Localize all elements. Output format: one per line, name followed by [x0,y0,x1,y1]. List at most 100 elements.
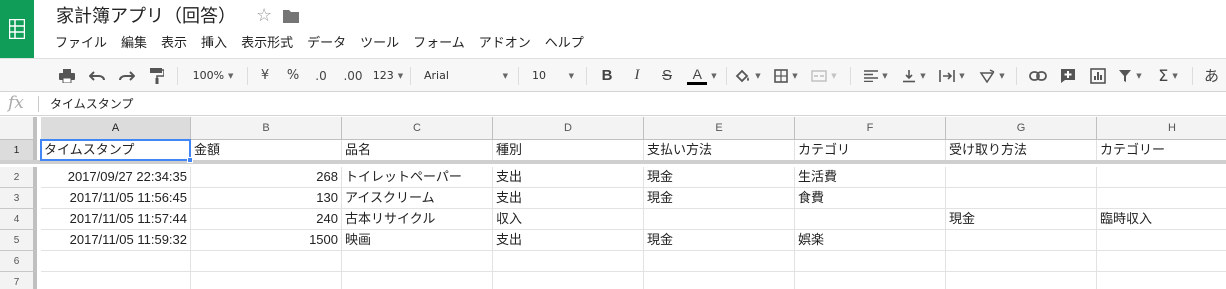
input-tools-button[interactable]: あ [1204,59,1226,92]
cell-c5[interactable]: 映画 [342,230,493,251]
percent-format-button[interactable]: % [282,59,304,92]
menu-format[interactable]: 表示形式 [234,34,300,54]
cell-e4[interactable] [644,209,795,230]
cell-d3[interactable]: 支出 [493,188,644,209]
cell-e2[interactable]: 現金 [644,167,795,188]
align-vertical-icon[interactable]: ▼ [898,59,930,92]
row-header-4[interactable]: 4 [0,209,37,230]
menu-insert[interactable]: 挿入 [194,34,234,54]
cell-h5[interactable] [1097,230,1226,251]
paint-format-icon[interactable] [146,59,168,92]
menu-view[interactable]: 表示 [154,34,194,54]
zoom-select[interactable]: 100% ▼ [186,59,240,92]
menu-help[interactable]: ヘルプ [538,34,591,54]
cell-f2[interactable]: 生活費 [795,167,946,188]
sheets-logo-icon[interactable] [0,0,34,58]
cell-e1[interactable]: 支払い方法 [644,140,795,161]
cell-g2[interactable] [946,167,1097,188]
fill-handle[interactable] [187,157,193,163]
row-header-5[interactable]: 5 [0,230,37,251]
cell-c3[interactable]: アイスクリーム [342,188,493,209]
font-size-select[interactable]: 10 ▼ [528,59,578,92]
cell-f7[interactable] [795,272,946,289]
text-color-button[interactable]: A ▼ [684,59,720,92]
strikethrough-button[interactable]: S [656,59,678,92]
functions-icon[interactable]: Σ ▼ [1152,59,1184,92]
menu-file[interactable]: ファイル [48,34,114,54]
menu-data[interactable]: データ [300,34,353,54]
chart-icon[interactable] [1086,59,1110,92]
cell-f3[interactable]: 食費 [795,188,946,209]
comment-icon[interactable] [1056,59,1080,92]
cell-b4[interactable]: 240 [191,209,342,230]
cell-a5[interactable]: 2017/11/05 11:59:32 [41,230,191,251]
increase-decimal-button[interactable]: .00 [338,59,368,92]
cell-c6[interactable] [342,251,493,272]
print-icon[interactable] [56,59,78,92]
cell-h3[interactable] [1097,188,1226,209]
cell-h6[interactable] [1097,251,1226,272]
cell-b3[interactable]: 130 [191,188,342,209]
cell-a4[interactable]: 2017/11/05 11:57:44 [41,209,191,230]
select-all-corner[interactable] [0,117,37,140]
cell-c2[interactable]: トイレットペーパー [342,167,493,188]
row-header-3[interactable]: 3 [0,188,37,209]
row-header-7[interactable]: 7 [0,272,37,289]
italic-button[interactable]: I [626,59,648,92]
menu-tools[interactable]: ツール [353,34,406,54]
text-wrap-icon[interactable]: ▼ [936,59,968,92]
cell-f5[interactable]: 娯楽 [795,230,946,251]
cell-g5[interactable] [946,230,1097,251]
cell-h2[interactable] [1097,167,1226,188]
column-header-e[interactable]: E [644,117,795,140]
decrease-decimal-button[interactable]: .0 [308,59,334,92]
cell-b1[interactable]: 金額 [191,140,342,161]
cell-c7[interactable] [342,272,493,289]
row-header-6[interactable]: 6 [0,251,37,272]
currency-format-button[interactable]: ¥ [254,59,276,92]
cell-g6[interactable] [946,251,1097,272]
cell-b6[interactable] [191,251,342,272]
cell-f1[interactable]: カテゴリ [795,140,946,161]
cell-d6[interactable] [493,251,644,272]
row-header-1[interactable]: 1 [0,140,37,161]
column-header-a[interactable]: A [41,117,191,140]
cell-d1[interactable]: 種別 [493,140,644,161]
cell-b2[interactable]: 268 [191,167,342,188]
column-header-b[interactable]: B [191,117,342,140]
cell-b5[interactable]: 1500 [191,230,342,251]
cell-a1[interactable]: タイムスタンプ [41,140,191,161]
filter-icon[interactable]: ▼ [1114,59,1146,92]
redo-icon[interactable] [116,59,138,92]
cell-a6[interactable] [41,251,191,272]
cell-g1[interactable]: 受け取り方法 [946,140,1097,161]
folder-icon[interactable] [282,8,300,24]
star-icon[interactable]: ☆ [256,6,272,26]
borders-icon[interactable]: ▼ [770,59,802,92]
cell-e7[interactable] [644,272,795,289]
link-icon[interactable] [1026,59,1050,92]
cell-e5[interactable]: 現金 [644,230,795,251]
more-formats-select[interactable]: 123 ▼ [370,59,406,92]
cell-d2[interactable]: 支出 [493,167,644,188]
cell-c1[interactable]: 品名 [342,140,493,161]
cell-a3[interactable]: 2017/11/05 11:56:45 [41,188,191,209]
cell-a7[interactable] [41,272,191,289]
menu-form[interactable]: フォーム [406,34,472,54]
row-header-2[interactable]: 2 [0,167,37,188]
cell-h1[interactable]: カテゴリー [1097,140,1226,161]
document-title[interactable]: 家計簿アプリ（回答） [56,4,236,30]
cell-b7[interactable] [191,272,342,289]
frozen-row-divider[interactable] [0,160,1226,164]
cell-f4[interactable] [795,209,946,230]
cell-h7[interactable] [1097,272,1226,289]
cell-h4[interactable]: 臨時収入 [1097,209,1226,230]
cell-d7[interactable] [493,272,644,289]
align-horizontal-icon[interactable]: ▼ [860,59,892,92]
menu-edit[interactable]: 編集 [114,34,154,54]
undo-icon[interactable] [86,59,108,92]
font-family-select[interactable]: Arial ▼ [420,59,512,92]
formula-input[interactable]: タイムスタンプ [50,95,133,113]
column-header-h[interactable]: H [1097,117,1226,140]
cell-g4[interactable]: 現金 [946,209,1097,230]
